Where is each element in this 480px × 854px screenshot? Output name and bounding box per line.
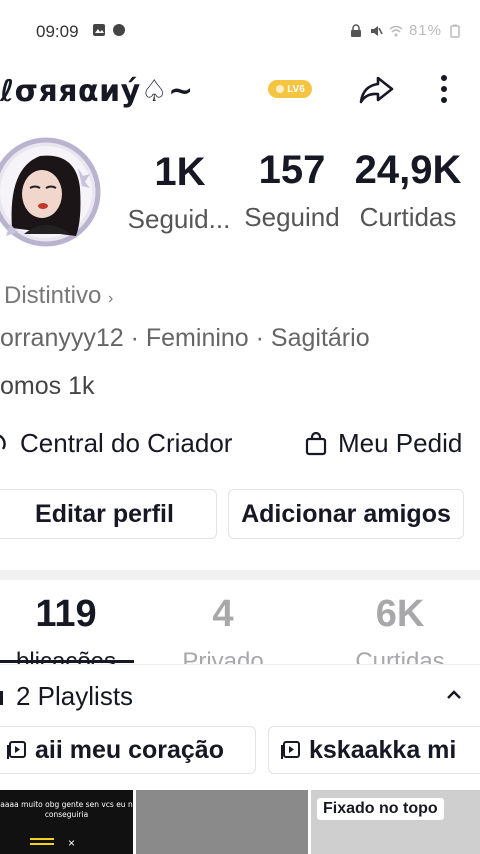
private-count: 4 [212,593,234,635]
video-thumbnail[interactable] [136,790,308,854]
tab-likes[interactable]: 6K Curtidas [332,592,468,664]
playlists-count-label: 2 Playlists [16,681,134,711]
playlist-icon [0,690,3,705]
bio-text: omos 1k [0,372,95,400]
liked-label: Curtidas [355,648,445,664]
orders-label: Meu Pedid [338,428,463,458]
more-options-icon[interactable] [430,72,458,106]
level-badge[interactable]: LV6 [268,80,312,98]
orders-link[interactable]: Meu Pedid [304,428,462,459]
chevron-up-icon[interactable] [444,685,464,705]
playlists-title: 2 Playlists [0,681,133,712]
profile-header: ℓσяяαиý♤~ LV6 [0,62,480,118]
status-left-icons [92,23,126,37]
mute-icon [370,25,383,36]
liked-count: 6K [375,593,425,635]
battery-icon [450,24,460,38]
badge-link[interactable]: Distintivo › [4,282,113,310]
bio-info: orranyyy12 · Feminino · Sagitário [0,324,370,352]
following-stat[interactable]: 157 Seguind [236,146,348,233]
followers-count: 1K [154,150,206,194]
quick-links: Central do Criador Meu Pedid [0,428,480,468]
lock-icon [350,23,361,37]
menu-icon [30,838,54,845]
section-divider [0,570,480,580]
playlists-header[interactable]: 2 Playlists [0,664,480,724]
badge-link-label: Distintivo [4,282,102,309]
tab-posts[interactable]: 119 blicações [0,592,136,664]
status-time: 09:09 [36,22,79,41]
likes-stat[interactable]: 24,9K Curtidas [348,146,468,233]
following-label: Seguind [244,202,340,232]
avatar[interactable] [0,128,102,250]
share-icon[interactable] [356,72,396,106]
battery-percent: 81% [408,22,442,39]
playlist-chip-1[interactable]: aii meu coração [0,726,256,774]
active-tab-indicator [0,660,134,663]
gallery-notification-icon [93,24,105,36]
wifi-icon [389,25,403,36]
following-count: 157 [258,148,326,192]
likes-label: Curtidas [359,202,457,232]
status-right-icons: 81% [349,22,462,39]
playlist-chip-1-label: aii meu coração [35,735,224,764]
status-bar: 09:09 81% [0,0,480,62]
video-grid: aaaa muito obg gente sen vcs eu n conseg… [0,790,480,854]
shopping-bag-icon [305,431,327,455]
username: ℓσяяαиý♤~ [0,74,194,109]
level-icon [276,85,285,93]
chevron-right-icon: › [108,290,114,307]
pinned-badge: Fixado no topo [317,798,444,820]
followers-stat[interactable]: 1K Seguid... [120,148,238,235]
playlist-chip-2[interactable]: kskaakka mi [268,726,480,774]
tab-private[interactable]: 4 Privado [160,592,286,664]
posts-count: 119 [35,593,97,635]
app-notification-icon [113,24,125,36]
video-thumbnail[interactable]: Fixado no topo [311,790,480,854]
profile-buttons: Editar perfil Adicionar amigos [0,489,480,539]
content-tabs: 119 blicações 4 Privado 6K Curtidas [0,580,480,664]
creator-center-link[interactable]: Central do Criador [0,428,232,459]
creator-center-label: Central do Criador [20,428,233,458]
add-friends-button[interactable]: Adicionar amigos [228,489,464,539]
video-caption: aaaa muito obg gente sen vcs eu n conseg… [0,800,133,819]
lightbulb-icon [0,434,6,450]
playlist-video-icon [281,741,300,759]
likes-count: 24,9K [354,148,462,192]
video-thumbnail[interactable]: aaaa muito obg gente sen vcs eu n conseg… [0,790,133,854]
followers-label: Seguid... [127,204,231,234]
private-label: Privado [182,648,264,664]
level-badge-label: LV6 [287,83,305,95]
close-icon: × [68,836,76,850]
profile-stats: 1K Seguid... 157 Seguind 24,9K Curtidas [120,148,480,248]
playlist-chip-2-label: kskaakka mi [309,735,457,764]
edit-profile-button[interactable]: Editar perfil [0,489,217,539]
playlist-video-icon [7,741,26,759]
